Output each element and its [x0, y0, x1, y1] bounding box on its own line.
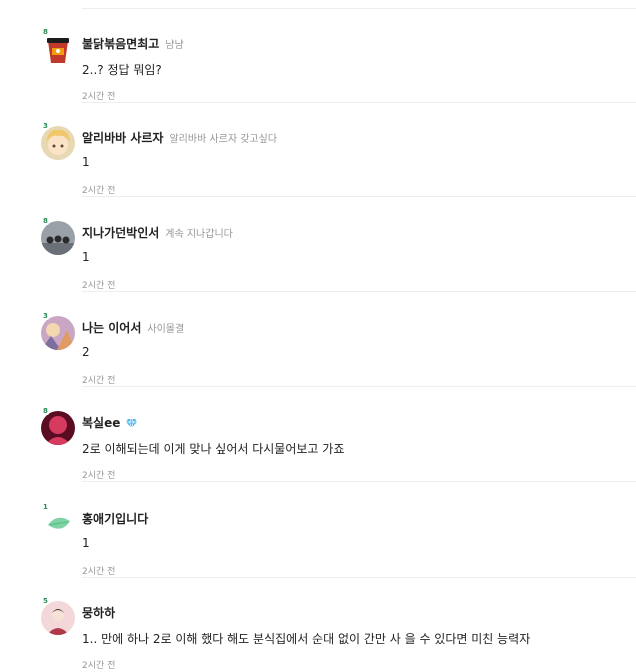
- comment-text: 1: [82, 250, 90, 264]
- comment-text: 1: [82, 155, 90, 169]
- comment-timestamp: 2시간 전: [82, 376, 116, 386]
- nickname[interactable]: 알리바바 사르자: [82, 131, 163, 145]
- comment-divider: [82, 481, 636, 482]
- status-message: 계속 지나갑니다: [165, 229, 233, 240]
- comment-header: 지나가던박인서 계속 지나갑니다: [82, 222, 233, 241]
- level-badge: 8: [42, 217, 49, 225]
- comment-item: 5 뭉하하 1.. 만에 하나 2로 이해 했다 해도 분식집에서 순대 없이 간…: [0, 578, 636, 672]
- comment-header: 뭉하하: [82, 602, 115, 621]
- comment-timestamp: 2시간 전: [82, 186, 116, 196]
- comment-header: 알리바바 사르자 알리바바 사르자 갖고싶다: [82, 127, 277, 146]
- comment-header: 복실ee: [82, 412, 138, 432]
- comment-timestamp: 2시간 전: [82, 661, 116, 671]
- comment-item: 3 알리바바 사르자 알리바바 사르자 갖고싶다 1 2시간 전: [0, 103, 636, 197]
- comment-item: 3 나는 이어서 사이몰결 2 2시간 전: [0, 293, 636, 387]
- diamond-badge-icon: [126, 413, 138, 432]
- avatar[interactable]: [41, 507, 75, 541]
- comment-text: 1: [82, 536, 90, 550]
- comment-divider: [82, 291, 636, 292]
- status-message: 알리바바 사르자 갖고싶다: [169, 134, 278, 145]
- nickname[interactable]: 복실ee: [82, 416, 120, 430]
- comment-header: 불닭볶음면최고 냠냠: [82, 33, 184, 52]
- avatar[interactable]: [41, 32, 75, 66]
- nickname[interactable]: 나는 이어서: [82, 321, 141, 335]
- level-badge: 8: [42, 407, 49, 415]
- avatar[interactable]: [41, 126, 75, 160]
- comment-timestamp: 2시간 전: [82, 567, 116, 577]
- comment-item: 8 지나가던박인서 계속 지나갑니다 1 2시간 전: [0, 198, 636, 292]
- nickname[interactable]: 지나가던박인서: [82, 226, 159, 240]
- level-badge: 5: [42, 597, 49, 605]
- comment-text: 2로 이해되는데 이게 맞나 싶어서 다시물어보고 가죠: [82, 442, 345, 456]
- comment-timestamp: 2시간 전: [82, 471, 116, 481]
- comment-header: 나는 이어서 사이몰결: [82, 317, 184, 336]
- comment-item: 8 불닭볶음면최고 냠냠 2..? 정답 뭐임? 2시간 전: [0, 9, 636, 103]
- level-badge: 1: [42, 503, 49, 511]
- comment-text: 2: [82, 345, 90, 359]
- comment-item: 8 복실ee 2로 이해되는데 이게 맞나 싶어서 다시물어보고 가죠 2시간 전: [0, 388, 636, 482]
- level-badge: 3: [42, 312, 49, 320]
- comment-text: 2..? 정답 뭐임?: [82, 63, 162, 77]
- avatar[interactable]: [41, 221, 75, 255]
- avatar[interactable]: [41, 411, 75, 445]
- nickname[interactable]: 뭉하하: [82, 606, 115, 620]
- comment-text: 1.. 만에 하나 2로 이해 했다 해도 분식집에서 순대 없이 간만 사 을…: [82, 632, 531, 646]
- comment-divider: [82, 386, 636, 387]
- comment-divider: [82, 196, 636, 197]
- comment-header: 홍애기입니다: [82, 508, 148, 527]
- nickname[interactable]: 홍애기입니다: [82, 512, 148, 526]
- nickname[interactable]: 불닭볶음면최고: [82, 37, 159, 51]
- avatar[interactable]: [41, 601, 75, 635]
- status-message: 냠냠: [165, 40, 184, 51]
- avatar[interactable]: [41, 316, 75, 350]
- status-message: 사이몰결: [147, 324, 185, 335]
- comment-item: 1 홍애기입니다 1 2시간 전: [0, 484, 636, 578]
- level-badge: 3: [42, 122, 49, 130]
- level-badge: 8: [42, 28, 49, 36]
- comment-timestamp: 2시간 전: [82, 281, 116, 291]
- comment-timestamp: 2시간 전: [82, 92, 116, 102]
